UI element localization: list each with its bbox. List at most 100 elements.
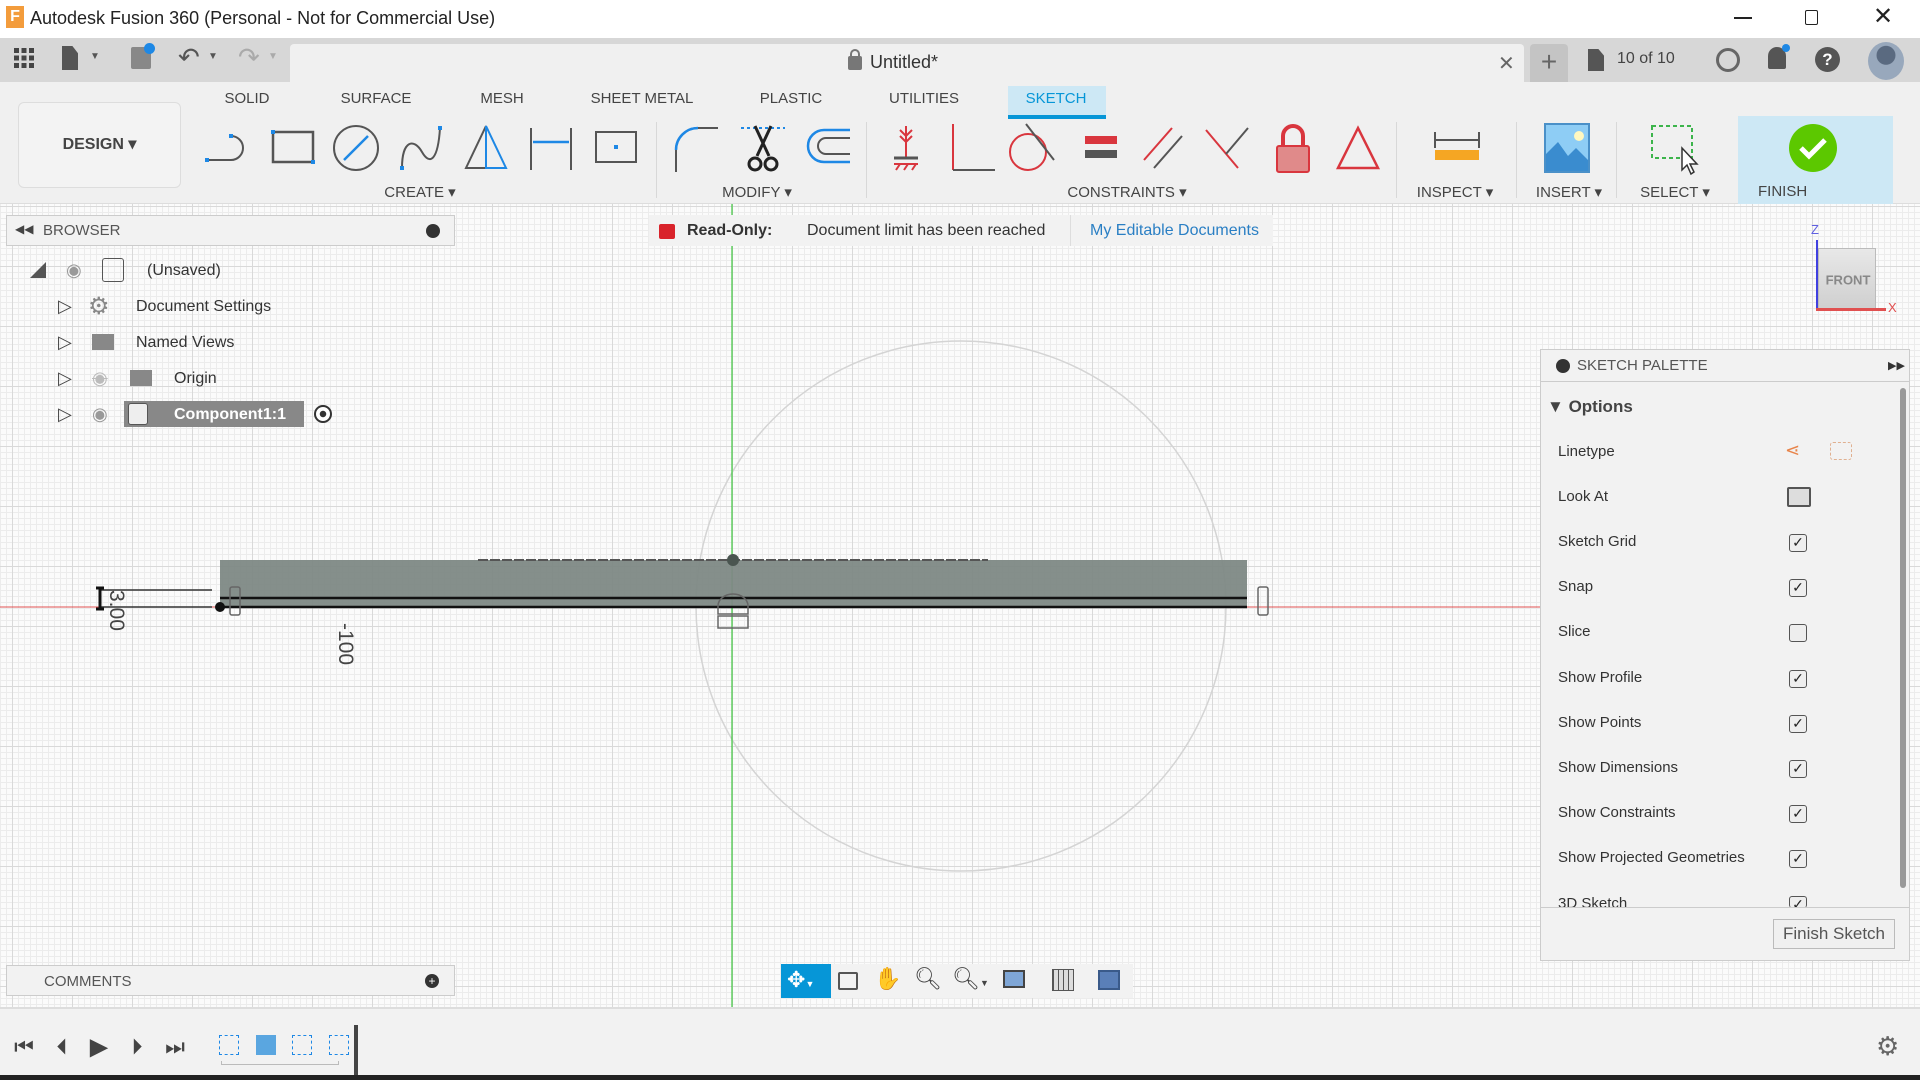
- expand-arrow-icon[interactable]: ▷: [58, 296, 72, 317]
- redo-dropdown-icon[interactable]: ▼: [268, 51, 278, 62]
- lock-constraint-icon[interactable]: [1265, 120, 1321, 176]
- timeline-previous-icon[interactable]: ⏴: [56, 1034, 67, 1060]
- my-editable-documents-link[interactable]: My Editable Documents: [1090, 222, 1259, 240]
- document-tab[interactable]: Untitled* ✕: [290, 44, 1524, 82]
- parallel-constraint-icon[interactable]: [1136, 120, 1192, 176]
- sketch-dimension-icon[interactable]: [523, 120, 579, 176]
- timeline-sketch-feature-icon[interactable]: [219, 1035, 239, 1055]
- rectangle-tool-icon[interactable]: [265, 120, 321, 176]
- modify-menu[interactable]: MODIFY ▾: [722, 183, 792, 201]
- restore-button[interactable]: [1805, 10, 1818, 25]
- point-tool-icon[interactable]: [588, 120, 644, 176]
- undo-dropdown-icon[interactable]: ▼: [208, 51, 218, 62]
- file-menu-icon[interactable]: [62, 46, 78, 70]
- help-icon[interactable]: ?: [1815, 47, 1840, 72]
- hidden-eye-icon[interactable]: ◉: [92, 368, 108, 389]
- add-comment-icon[interactable]: +: [425, 974, 439, 988]
- comments-panel-header[interactable]: COMMENTS +: [6, 965, 455, 996]
- tab-plastic[interactable]: PLASTIC: [760, 90, 823, 107]
- tab-utilities[interactable]: UTILITIES: [889, 90, 959, 107]
- offset-tool-icon[interactable]: [800, 120, 856, 176]
- expand-arrow-icon[interactable]: ▷: [58, 368, 72, 389]
- palette-option-checkbox[interactable]: ✓: [1789, 669, 1807, 688]
- user-avatar[interactable]: [1868, 42, 1904, 80]
- insert-image-icon[interactable]: [1539, 120, 1595, 176]
- palette-option-checkbox[interactable]: ✓: [1789, 850, 1807, 869]
- create-menu[interactable]: CREATE ▾: [384, 183, 455, 201]
- minimize-button[interactable]: [1734, 17, 1752, 19]
- palette-option-checkbox[interactable]: ✓: [1789, 534, 1807, 552]
- expand-palette-icon[interactable]: ▶▶: [1888, 359, 1905, 372]
- timeline-last-icon[interactable]: ⏭: [165, 1034, 185, 1060]
- tangent-constraint-icon[interactable]: [1004, 120, 1060, 176]
- line-tool-icon[interactable]: [201, 120, 257, 176]
- equal-constraint-icon[interactable]: [1073, 120, 1129, 176]
- timeline-play-icon[interactable]: ▶: [90, 1033, 108, 1062]
- pan-hand-icon[interactable]: ✋: [874, 966, 901, 992]
- tab-mesh[interactable]: MESH: [480, 90, 523, 107]
- browser-minimize-icon[interactable]: [426, 224, 440, 238]
- timeline-extrude-feature-icon[interactable]: [256, 1035, 276, 1055]
- sketch-palette-header[interactable]: SKETCH PALETTE ▶▶: [1540, 349, 1910, 382]
- symmetry-constraint-icon[interactable]: [1330, 120, 1386, 176]
- palette-option-checkbox[interactable]: [1789, 624, 1807, 643]
- look-at-nav-icon[interactable]: [838, 972, 858, 990]
- expand-arrow-icon[interactable]: ▷: [58, 404, 72, 425]
- new-tab-button[interactable]: +: [1530, 44, 1568, 82]
- palette-option-checkbox[interactable]: ✓: [1789, 805, 1807, 824]
- apps-grid-icon[interactable]: [14, 48, 34, 68]
- redo-icon[interactable]: ↷: [238, 42, 260, 73]
- tab-surface[interactable]: SURFACE: [341, 90, 412, 107]
- trim-scissors-icon[interactable]: [735, 120, 791, 176]
- palette-option-checkbox[interactable]: ✓: [1789, 760, 1807, 778]
- perpendicular-constraint-icon[interactable]: [943, 120, 999, 176]
- timeline-sketch-feature-icon[interactable]: [292, 1035, 312, 1055]
- save-icon[interactable]: [131, 43, 155, 69]
- options-section-toggle[interactable]: ▼ Options: [1547, 397, 1633, 417]
- visibility-eye-icon[interactable]: ◉: [92, 404, 108, 425]
- document-count[interactable]: 10 of 10: [1617, 50, 1675, 68]
- expand-arrow-icon[interactable]: ▷: [58, 332, 72, 353]
- coincident-constraint-icon[interactable]: [1200, 120, 1256, 176]
- display-settings-icon[interactable]: [1003, 970, 1025, 988]
- inspect-menu[interactable]: INSPECT ▾: [1417, 183, 1493, 201]
- dimension-vertical[interactable]: 3.00: [104, 590, 128, 631]
- fix-constraint-icon[interactable]: [878, 120, 934, 176]
- orbit-tool-button[interactable]: ✥▼: [781, 964, 831, 998]
- fillet-tool-icon[interactable]: [668, 120, 724, 176]
- collapse-browser-icon[interactable]: ◀◀: [15, 222, 33, 236]
- undo-icon[interactable]: ↶: [178, 42, 200, 73]
- timeline-settings-gear-icon[interactable]: ⚙: [1876, 1031, 1899, 1062]
- palette-option-checkbox[interactable]: ✓: [1789, 714, 1807, 733]
- circle-tool-icon[interactable]: [328, 120, 384, 176]
- timeline-next-icon[interactable]: ⏵: [131, 1034, 142, 1060]
- palette-option-checkbox[interactable]: ✓: [1789, 895, 1807, 908]
- close-window-button[interactable]: ✕: [1873, 2, 1893, 31]
- finish-sketch-button[interactable]: Finish Sketch: [1773, 919, 1895, 949]
- insert-menu[interactable]: INSERT ▾: [1536, 183, 1602, 201]
- viewports-icon[interactable]: [1098, 970, 1120, 990]
- job-status-clock-icon[interactable]: [1716, 48, 1740, 72]
- mirror-tool-icon[interactable]: [458, 120, 514, 176]
- timeline-sketch-feature-icon[interactable]: [329, 1035, 349, 1055]
- grid-settings-icon[interactable]: [1052, 969, 1074, 991]
- construction-linetype-icon[interactable]: ⋖: [1785, 440, 1800, 461]
- constraints-menu[interactable]: CONSTRAINTS ▾: [1067, 183, 1186, 201]
- tab-sketch[interactable]: SKETCH: [1026, 90, 1087, 107]
- select-menu[interactable]: SELECT ▾: [1640, 183, 1710, 201]
- file-dropdown-icon[interactable]: ▼: [90, 51, 100, 62]
- timeline-marker[interactable]: [354, 1025, 358, 1075]
- zoom-icon[interactable]: 🔍︎: [914, 966, 942, 992]
- visibility-eye-icon[interactable]: ◉: [66, 260, 82, 281]
- finish-sketch-check-icon[interactable]: [1785, 120, 1841, 176]
- activate-radio-icon[interactable]: [314, 405, 332, 423]
- notifications-bell-icon[interactable]: [1768, 44, 1790, 69]
- browser-panel-header[interactable]: ◀◀ BROWSER: [6, 215, 455, 246]
- palette-minimize-icon[interactable]: [1556, 359, 1570, 373]
- dimension-horizontal[interactable]: -100: [333, 623, 357, 665]
- spline-tool-icon[interactable]: [394, 120, 450, 176]
- view-cube[interactable]: FRONT: [1818, 248, 1876, 310]
- select-window-icon[interactable]: [1646, 120, 1702, 176]
- centerline-linetype-icon[interactable]: [1830, 442, 1852, 460]
- fit-zoom-icon[interactable]: 🔍︎▼: [952, 966, 989, 992]
